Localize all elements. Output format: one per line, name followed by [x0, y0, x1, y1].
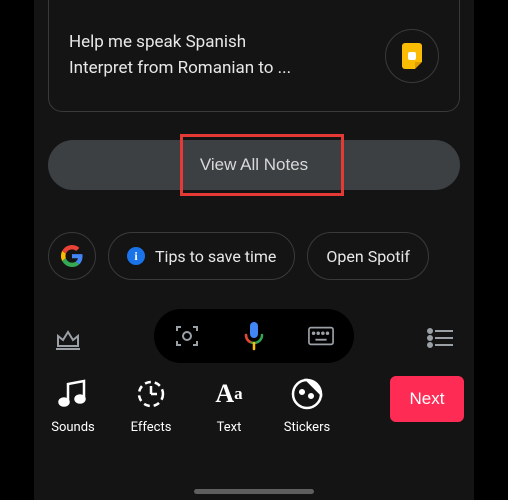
lens-icon — [174, 323, 200, 349]
stickers-label: Stickers — [284, 420, 330, 435]
note-text: Help me speak Spanish Interpret from Rom… — [69, 30, 377, 81]
note-line1: Help me speak Spanish — [69, 30, 377, 56]
text-label: Text — [217, 420, 242, 435]
timer-icon — [134, 377, 168, 411]
effects-tool[interactable]: Effects — [112, 370, 190, 435]
text-icon: A — [215, 379, 234, 409]
google-chip[interactable] — [48, 232, 96, 280]
assistant-pill — [154, 309, 354, 363]
lens-button[interactable] — [174, 323, 200, 349]
menu-button[interactable] — [420, 318, 460, 358]
note-card[interactable]: Help me speak Spanish Interpret from Rom… — [48, 0, 460, 112]
tips-chip[interactable]: i Tips to save time — [108, 232, 295, 280]
suggestion-row[interactable]: i Tips to save time Open Spotif — [48, 232, 488, 280]
note-line2: Interpret from Romanian to ... — [69, 56, 377, 82]
mic-icon — [243, 321, 265, 351]
effects-label: Effects — [131, 420, 172, 435]
sticker-icon — [291, 378, 323, 410]
view-all-notes-button[interactable]: View All Notes — [48, 140, 460, 190]
keep-icon — [402, 43, 422, 69]
keyboard-button[interactable] — [308, 323, 334, 349]
next-button[interactable]: Next — [390, 376, 464, 422]
info-icon: i — [127, 247, 145, 265]
note-app-icon-wrap — [385, 29, 439, 83]
app-screen: Help me speak Spanish Interpret from Rom… — [34, 0, 474, 500]
view-all-row: View All Notes — [48, 140, 460, 190]
keyboard-icon — [308, 326, 334, 346]
menu-list-icon — [427, 328, 453, 348]
spotify-label: Open Spotif — [326, 247, 410, 266]
music-icon — [56, 377, 90, 411]
assistant-input-bar — [34, 302, 474, 370]
sounds-tool[interactable]: Sounds — [34, 370, 112, 435]
tips-label: Tips to save time — [155, 247, 276, 266]
stickers-tool[interactable]: Stickers — [268, 370, 346, 435]
mic-button[interactable] — [241, 323, 267, 349]
text-tool[interactable]: Aa Text — [190, 370, 268, 435]
home-indicator[interactable] — [194, 489, 314, 494]
sounds-label: Sounds — [51, 420, 95, 435]
spotify-chip[interactable]: Open Spotif — [307, 232, 429, 280]
google-g-icon — [61, 245, 83, 267]
